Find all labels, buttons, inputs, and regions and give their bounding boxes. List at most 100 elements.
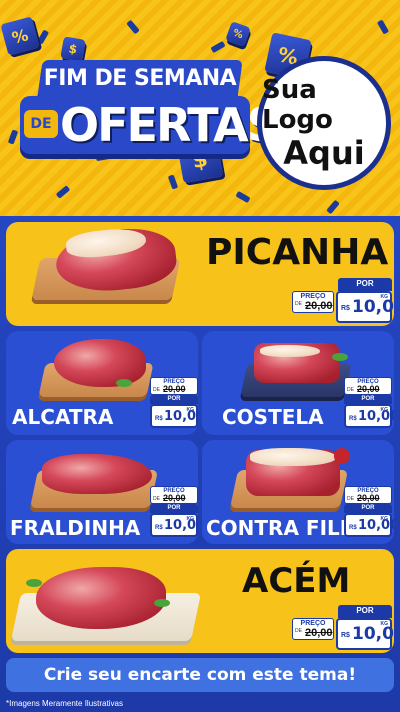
old-price-box: PREÇO DE 20,00 <box>150 486 198 504</box>
price-box: R$ 10,00 KG <box>150 513 198 537</box>
de-label: DE <box>347 496 354 502</box>
price-tag: PREÇO DE 20,00 POR R$ 10,00 KG <box>344 486 394 537</box>
title-line2-box: DE OFERTAS <box>20 96 280 154</box>
logo-line1: Sua Logo <box>262 75 333 135</box>
price-tag: POR PREÇO DE 20,00 R$ 10,00 KG <box>292 605 394 651</box>
de-label: DE <box>295 301 302 307</box>
old-price: 20,00 <box>163 493 186 503</box>
price-tag: PREÇO DE 20,00 POR R$ 10,00 KG <box>150 377 198 428</box>
de-label: DE <box>295 628 302 634</box>
unit-label: KG <box>380 294 389 300</box>
unit-label: KG <box>380 407 389 413</box>
por-label: POR <box>338 278 392 291</box>
currency-label: R$ <box>155 525 163 531</box>
old-price: 20,00 <box>305 627 333 639</box>
price-tag: POR PREÇO DE 20,00 R$ 10,00 KG <box>292 278 394 324</box>
preco-label: PREÇO <box>300 620 326 627</box>
confetti <box>167 174 179 190</box>
old-price-box: PREÇO DE 20,00 <box>150 377 198 395</box>
currency-label: R$ <box>341 632 350 639</box>
percent-cube-icon: % <box>225 21 251 47</box>
product-card-fraldinha[interactable]: FRALDINHA PREÇO DE 20,00 POR R$ 10,00 KG <box>6 440 198 544</box>
por-label: POR <box>338 605 392 618</box>
unit-label: KG <box>380 516 389 522</box>
confetti <box>235 190 251 204</box>
meat-image <box>54 339 146 387</box>
product-card-picanha[interactable]: PICANHA POR PREÇO DE 20,00 R$ 10,00 KG <box>6 222 394 326</box>
price-box: R$ 10,00 KG <box>336 291 394 323</box>
por-label: POR <box>344 395 392 404</box>
price-box: R$ 10,00 KG <box>336 618 394 650</box>
confetti <box>126 19 140 35</box>
product-card-acem[interactable]: ACÉM POR PREÇO DE 20,00 R$ 10,00 KG <box>6 549 394 653</box>
herb-garnish <box>332 353 348 361</box>
old-price: 20,00 <box>357 384 380 394</box>
currency-label: R$ <box>349 525 357 531</box>
offer-title: FIM DE SEMANA DE OFERTAS <box>20 60 280 160</box>
meat-fat <box>250 448 336 466</box>
meat-image <box>36 567 166 629</box>
currency-label: R$ <box>155 416 163 422</box>
confetti <box>7 129 19 145</box>
herb-garnish <box>116 379 132 387</box>
old-price-box: PREÇO DE 20,00 <box>292 618 334 640</box>
logo-line2: Aqui <box>283 134 365 172</box>
price-value: 10,00 <box>352 624 394 644</box>
old-price: 20,00 <box>305 300 333 312</box>
disclaimer-footnote: *Imagens Meramente Ilustrativas <box>6 699 123 708</box>
dollar-cube-icon: $ <box>60 36 86 62</box>
meat-fat <box>260 345 320 357</box>
percent-cube-icon: % <box>0 16 40 56</box>
product-name: ALCATRA <box>12 405 114 429</box>
product-name: FRALDINHA <box>10 516 141 540</box>
product-name: COSTELA <box>222 405 324 429</box>
old-price-box: PREÇO DE 20,00 <box>344 377 392 395</box>
confetti <box>210 40 226 54</box>
product-card-alcatra[interactable]: ALCATRA PREÇO DE 20,00 POR R$ 10,00 KG <box>6 331 198 435</box>
por-label: POR <box>150 504 198 513</box>
de-label: DE <box>153 387 160 393</box>
logo-placeholder: Sua Logo Aqui <box>257 56 391 190</box>
price-tag: PREÇO DE 20,00 POR R$ 10,00 KG <box>150 486 198 537</box>
unit-label: KG <box>186 407 195 413</box>
unit-label: KG <box>186 516 195 522</box>
old-price: 20,00 <box>357 493 380 503</box>
title-line1: FIM DE SEMANA <box>43 66 237 91</box>
por-label: POR <box>344 504 392 513</box>
price-box: R$ 10,00 KG <box>150 404 198 428</box>
header: % $ % $ % FIM DE SEMANA DE OFERTAS Sua L… <box>0 0 400 216</box>
price-value: 10,00 <box>352 297 394 317</box>
confetti <box>326 199 340 215</box>
currency-label: R$ <box>349 416 357 422</box>
confetti <box>376 19 390 35</box>
de-label: DE <box>347 387 354 393</box>
confetti <box>55 185 71 199</box>
unit-label: KG <box>380 621 389 627</box>
price-box: R$ 10,00 KG <box>344 513 394 537</box>
old-price: 20,00 <box>163 384 186 394</box>
herb-garnish <box>154 599 170 607</box>
price-box: R$ 10,00 KG <box>344 404 394 428</box>
old-price-box: PREÇO DE 20,00 <box>344 486 392 504</box>
preco-label: PREÇO <box>300 293 326 300</box>
de-label: DE <box>153 496 160 502</box>
por-label: POR <box>150 395 198 404</box>
price-value: 10,00 <box>358 409 394 424</box>
title-prefix: DE <box>24 110 58 138</box>
product-name: PICANHA <box>206 232 389 273</box>
product-card-costela[interactable]: COSTELA PREÇO DE 20,00 POR R$ 10,00 KG <box>202 331 394 435</box>
product-name: CONTRA FILÉ <box>206 516 354 540</box>
create-flyer-banner[interactable]: Crie seu encarte com este tema! <box>6 658 394 692</box>
title-line1-box: FIM DE SEMANA <box>37 60 243 98</box>
product-card-contra-file[interactable]: CONTRA FILÉ PREÇO DE 20,00 POR R$ 10,00 … <box>202 440 394 544</box>
confetti <box>36 29 50 45</box>
old-price-box: PREÇO DE 20,00 <box>292 291 334 313</box>
currency-label: R$ <box>341 305 350 312</box>
price-value: 10,00 <box>358 518 394 533</box>
title-line2: OFERTAS <box>60 98 280 152</box>
herb-garnish <box>26 579 42 587</box>
price-tag: PREÇO DE 20,00 POR R$ 10,00 KG <box>344 377 394 428</box>
meat-image <box>42 454 152 494</box>
product-name: ACÉM <box>242 561 351 601</box>
tomato-garnish <box>334 448 350 464</box>
